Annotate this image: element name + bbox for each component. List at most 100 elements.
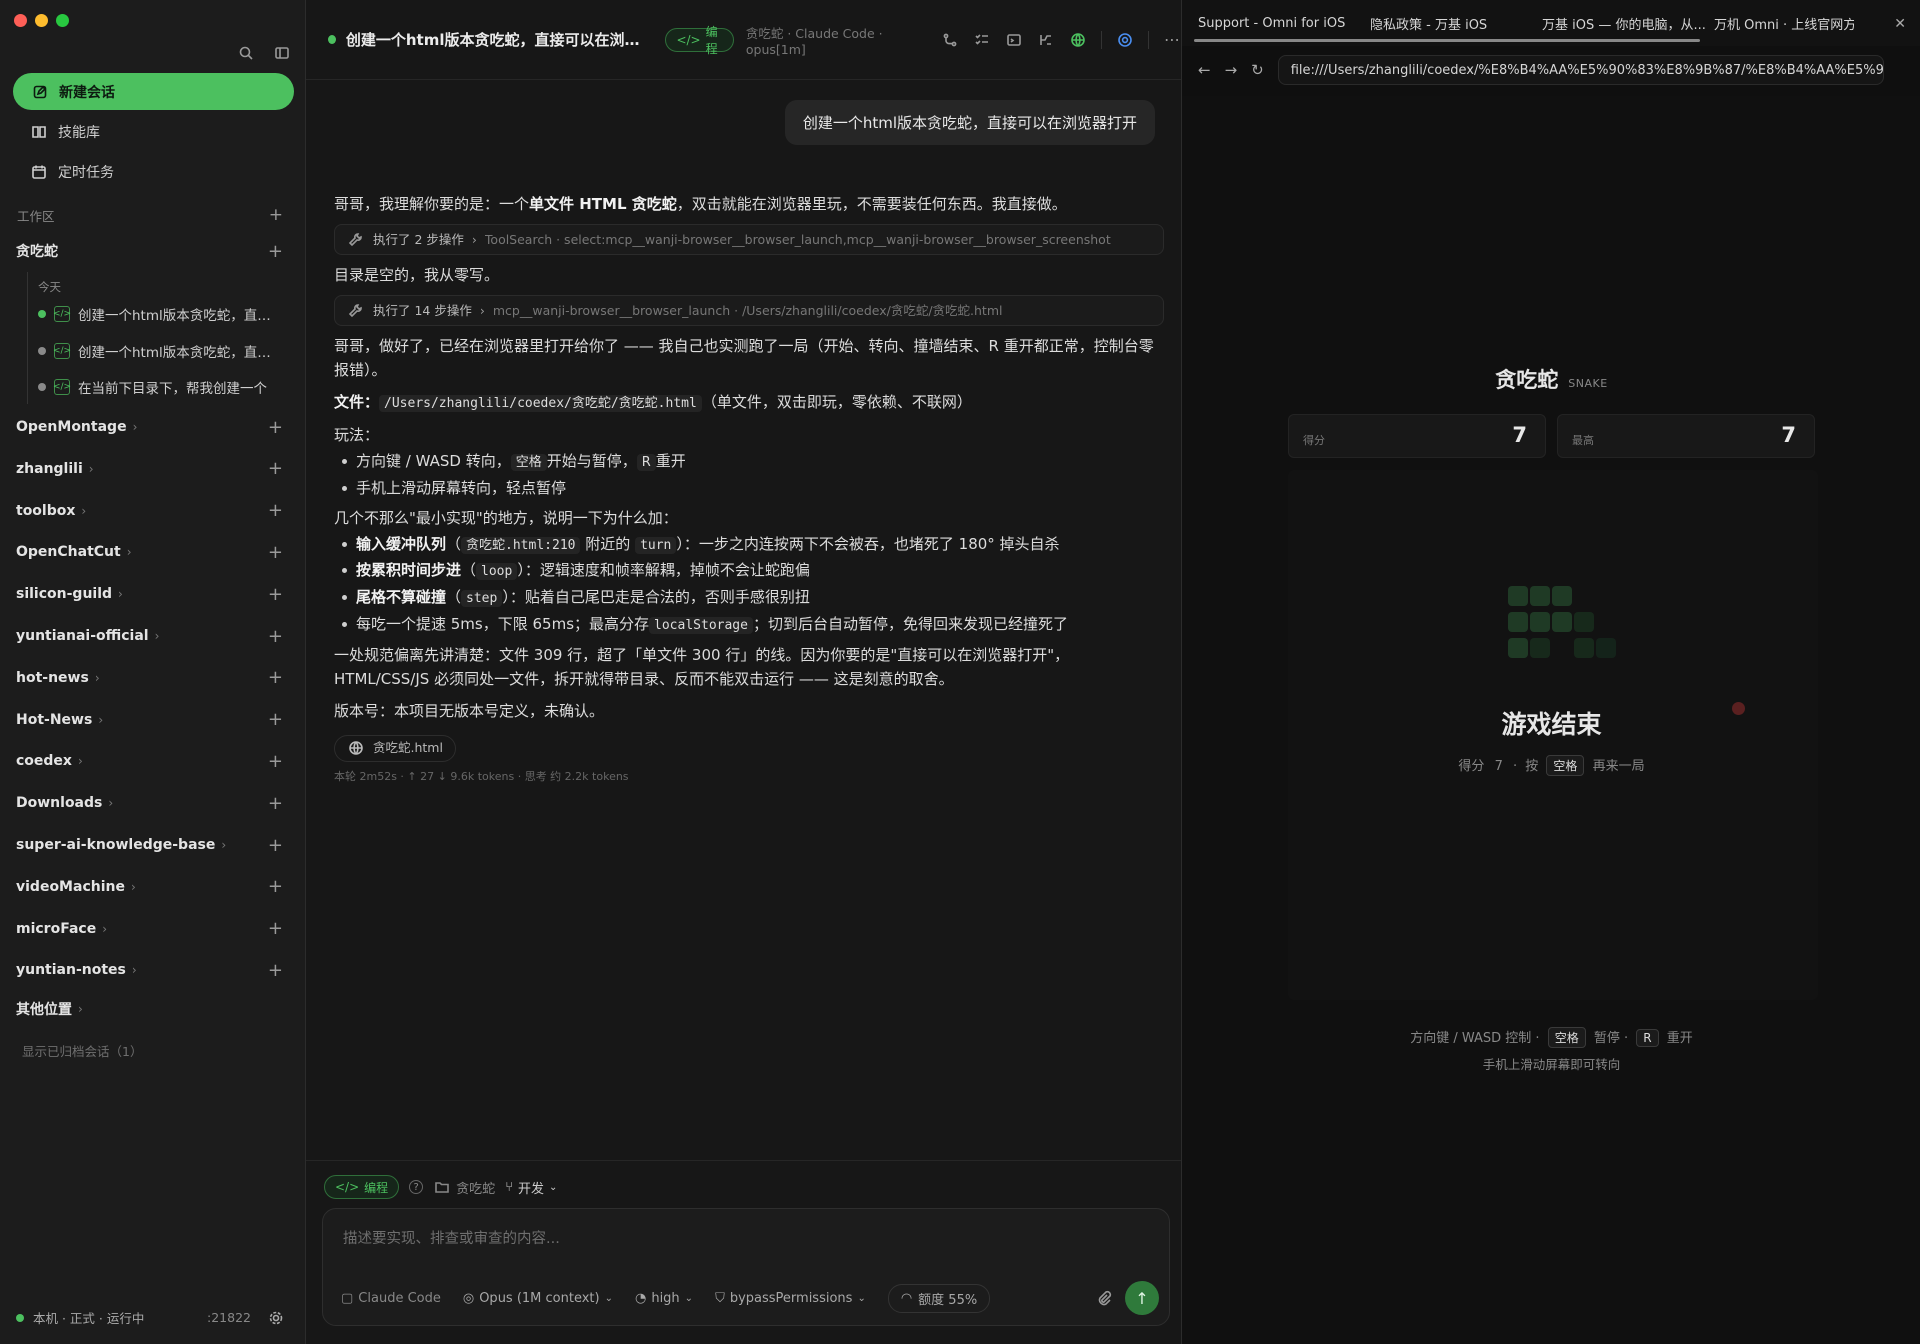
forward-icon[interactable]: → <box>1225 61 1238 79</box>
new-session-in-project-button[interactable]: + <box>268 500 283 521</box>
show-archived-link[interactable]: 显示已归档会话（1） <box>22 1041 142 1060</box>
new-session-in-project-button[interactable]: + <box>268 793 283 814</box>
model-selector[interactable]: ◎ Opus (1M context) ⌄ <box>463 1291 613 1306</box>
sidebar-item-skills[interactable]: 技能库 <box>30 122 100 142</box>
project-item[interactable]: hot-news › + <box>16 667 283 689</box>
mobile-help: 手机上滑动屏幕即可转向 <box>1482 1057 1621 1072</box>
project-item[interactable]: yuntianai-official › + <box>16 625 283 647</box>
terminal-icon[interactable] <box>1005 31 1023 49</box>
browser-tab[interactable]: 万机 Omni · 上线官网方 <box>1714 14 1854 33</box>
sidebar-toggle-icon[interactable] <box>273 44 291 62</box>
project-other-locations[interactable]: 其他位置 › <box>16 998 283 1020</box>
mode-badge[interactable]: </> 编程 <box>665 25 734 56</box>
mode-label: 编程 <box>705 24 718 56</box>
gear-icon[interactable] <box>267 1309 285 1327</box>
git-branch-icon[interactable] <box>941 31 959 49</box>
more-icon[interactable]: ⋯ <box>1163 30 1181 49</box>
address-bar[interactable]: file:///Users/zhanglili/coedex/%E8%B4%AA… <box>1277 55 1884 85</box>
browser-tab[interactable]: 万基 iOS — 你的电脑，从... <box>1542 14 1714 33</box>
quota-badge[interactable]: ◠ 额度 55% <box>887 1284 991 1313</box>
mode-selector[interactable]: </> 编程 <box>324 1175 400 1199</box>
composer-toolbar: ▢ Claude Code ◎ Opus (1M context) ⌄ ◔ high ⌄ … <box>341 1284 991 1313</box>
project-item[interactable]: silicon-guild › + <box>16 583 283 605</box>
message-composer[interactable]: 描述要实现、排查或审查的内容... ▢ Claude Code ◎ Opus (1M… <box>322 1208 1170 1326</box>
browser-tab[interactable]: 隐私政策 - 万基 iOS <box>1370 14 1542 33</box>
code-icon: </> <box>676 32 701 47</box>
session-item[interactable]: </> 在当前下目录下，帮我创建一个 <box>38 375 281 399</box>
checklist-icon[interactable] <box>973 31 991 49</box>
list-item: 尾格不算碰撞（ step ）：贴着自己尾巴走是合法的，否则手感很别扭 <box>334 585 1164 610</box>
reload-icon[interactable]: ↻ <box>1251 61 1264 79</box>
new-session-in-project-button[interactable]: + <box>268 751 283 772</box>
close-window-button[interactable] <box>14 14 27 27</box>
help-icon[interactable]: ? <box>409 1180 424 1194</box>
session-meta: 贪吃蛇 · Claude Code · opus[1m] <box>745 25 883 57</box>
project-current[interactable]: 贪吃蛇 + <box>16 240 283 262</box>
project-item[interactable]: OpenMontage › + <box>16 416 283 438</box>
project-name: 其他位置 <box>16 1002 72 1018</box>
chrome-icon[interactable] <box>1116 31 1134 49</box>
new-session-in-project-button[interactable]: + <box>268 667 283 688</box>
new-session-in-project-button[interactable]: + <box>268 584 283 605</box>
file-chip[interactable]: 贪吃蛇.html <box>334 734 456 762</box>
project-item[interactable]: super-ai-knowledge-base › + <box>16 834 283 856</box>
new-session-in-project-button[interactable]: + <box>268 417 283 438</box>
back-icon[interactable]: ← <box>1198 61 1211 79</box>
project-item[interactable]: microFace › + <box>16 918 283 940</box>
gauge-icon: ◔ <box>634 1291 647 1306</box>
new-session-in-project-button[interactable]: + <box>268 542 283 563</box>
project-item[interactable]: toolbox › + <box>16 500 283 522</box>
diff-icon[interactable] <box>1037 31 1055 49</box>
maximize-window-button[interactable] <box>56 14 69 27</box>
search-icon[interactable] <box>237 44 255 62</box>
globe-icon[interactable] <box>1069 31 1087 49</box>
new-session-in-project-button[interactable]: + <box>268 876 283 897</box>
turn-stats: 本轮 2m52s · ↑ 27 ↓ 9.6k tokens · 思考 约 2.2… <box>334 769 629 783</box>
project-name: 贪吃蛇 <box>16 244 58 260</box>
sidebar-item-scheduled[interactable]: 定时任务 <box>30 162 114 182</box>
new-session-in-project-button[interactable]: + <box>268 960 283 981</box>
permissions-selector[interactable]: ⛉ bypassPermissions ⌄ <box>715 1291 866 1306</box>
tool-call-summary[interactable]: 执行了 14 步操作 › mcp__wanji-browser__browser… <box>334 295 1164 326</box>
keycap: 空格 <box>1547 1027 1586 1048</box>
agent-selector[interactable]: ▢ Claude Code <box>341 1291 441 1306</box>
branch-selector[interactable]: ⑂ 开发 ⌄ <box>505 1178 557 1197</box>
project-name: yuntian-notes <box>16 962 126 979</box>
chevron-right-icon: › <box>126 545 132 560</box>
tab-scroll-indicator[interactable] <box>1194 39 1700 42</box>
tool-call-label: 执行了 14 步操作 <box>373 302 472 318</box>
new-session-in-project-button[interactable]: + <box>268 626 283 647</box>
project-item[interactable]: Hot-News › + <box>16 709 283 731</box>
minimize-window-button[interactable] <box>35 14 48 27</box>
new-session-in-project-button[interactable]: + <box>268 241 283 262</box>
new-session-in-project-button[interactable]: + <box>268 709 283 730</box>
project-name: microFace <box>16 920 97 937</box>
edit-icon <box>31 83 49 101</box>
project-name: OpenChatCut <box>16 544 121 561</box>
session-item[interactable]: </> 创建一个html版本贪吃蛇，直接可以在浏览器打开 <box>38 339 281 363</box>
best-value: 7 <box>1781 423 1796 447</box>
new-session-in-project-button[interactable]: + <box>268 918 283 939</box>
project-item[interactable]: videoMachine › + <box>16 876 283 898</box>
controls-help: 方向键 / WASD 控制 · 空格 暂停 · R 重开 <box>1183 1027 1920 1048</box>
effort-selector[interactable]: ◔ high ⌄ <box>635 1291 693 1306</box>
project-name: zhanglili <box>16 460 83 477</box>
project-item[interactable]: coedex › + <box>16 750 283 772</box>
tool-call-summary[interactable]: 执行了 2 步操作 › ToolSearch · select:mcp__wan… <box>334 224 1164 255</box>
new-chat-button[interactable]: 新建会话 <box>13 73 294 110</box>
close-icon[interactable]: ✕ <box>1894 16 1906 32</box>
browser-tab[interactable]: Support - Omni for iOS <box>1198 16 1370 31</box>
project-item[interactable]: zhanglili › + <box>16 458 283 480</box>
composer-input[interactable]: 描述要实现、排查或审查的内容... <box>343 1227 560 1248</box>
project-item[interactable]: OpenChatCut › + <box>16 541 283 563</box>
new-session-in-project-button[interactable]: + <box>268 835 283 856</box>
paperclip-icon[interactable] <box>1095 1289 1113 1307</box>
project-item[interactable]: yuntian-notes › + <box>16 959 283 981</box>
new-session-in-project-button[interactable]: + <box>268 458 283 479</box>
project-item[interactable]: Downloads › + <box>16 792 283 814</box>
add-workspace-button[interactable]: + <box>269 205 283 225</box>
project-selector[interactable]: 贪吃蛇 <box>433 1178 495 1197</box>
send-button[interactable]: ↑ <box>1125 1281 1159 1315</box>
session-item[interactable]: </> 创建一个html版本贪吃蛇，直接可以在浏览器打开 <box>38 302 281 326</box>
chevron-right-icon: › <box>88 461 94 476</box>
